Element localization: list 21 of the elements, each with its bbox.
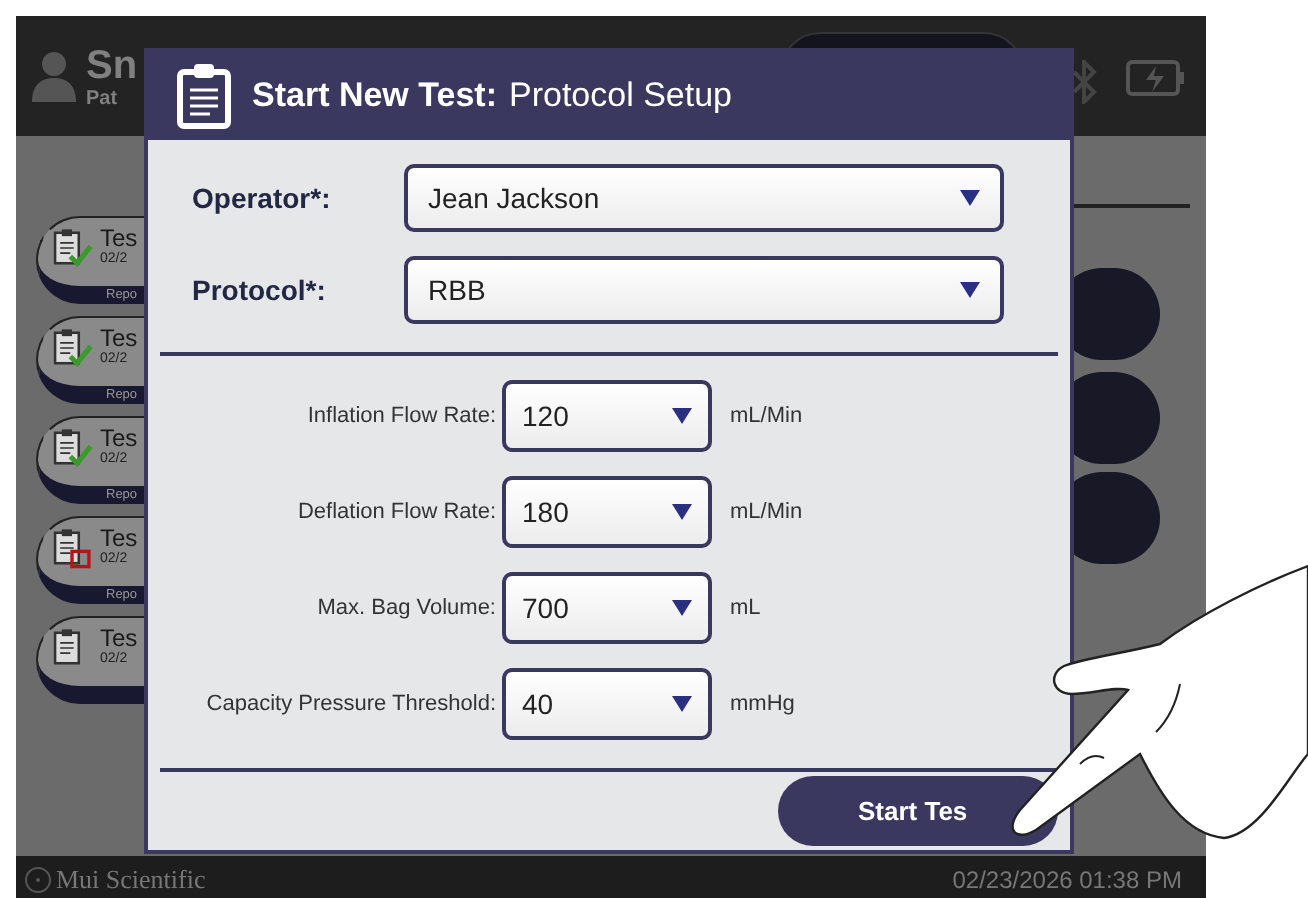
unit-label: mmHg	[730, 692, 797, 716]
field-label: Operator*:	[192, 182, 333, 214]
test-title: Tes	[100, 326, 138, 352]
dialog-subtitle: Protocol Setup	[509, 76, 733, 116]
parameter-label: Capacity Pressure Threshold:	[204, 692, 496, 716]
test-title: Tes	[100, 426, 138, 452]
test-title: Tes	[100, 626, 138, 652]
dialog-title: Start New Test:	[252, 76, 497, 116]
test-title: Tes	[100, 226, 138, 252]
field-label: Protocol*:	[192, 274, 328, 306]
parameter-label: Inflation Flow Rate:	[305, 404, 496, 428]
unit-label: mL/Min	[730, 500, 805, 524]
parameter-label: Max. Bag Volume:	[315, 596, 496, 620]
parameter-label: Deflation Flow Rate:	[295, 500, 496, 524]
brand-name: Mui Scientific	[56, 863, 206, 895]
test-title: Tes	[100, 526, 138, 552]
patient-label: Pat	[86, 87, 120, 109]
patient-name: Sn	[86, 43, 138, 87]
date-time: 02/23/2026 01:38 PM	[952, 865, 1182, 893]
unit-label: mL	[730, 596, 763, 620]
unit-label: mL/Min	[730, 404, 805, 428]
